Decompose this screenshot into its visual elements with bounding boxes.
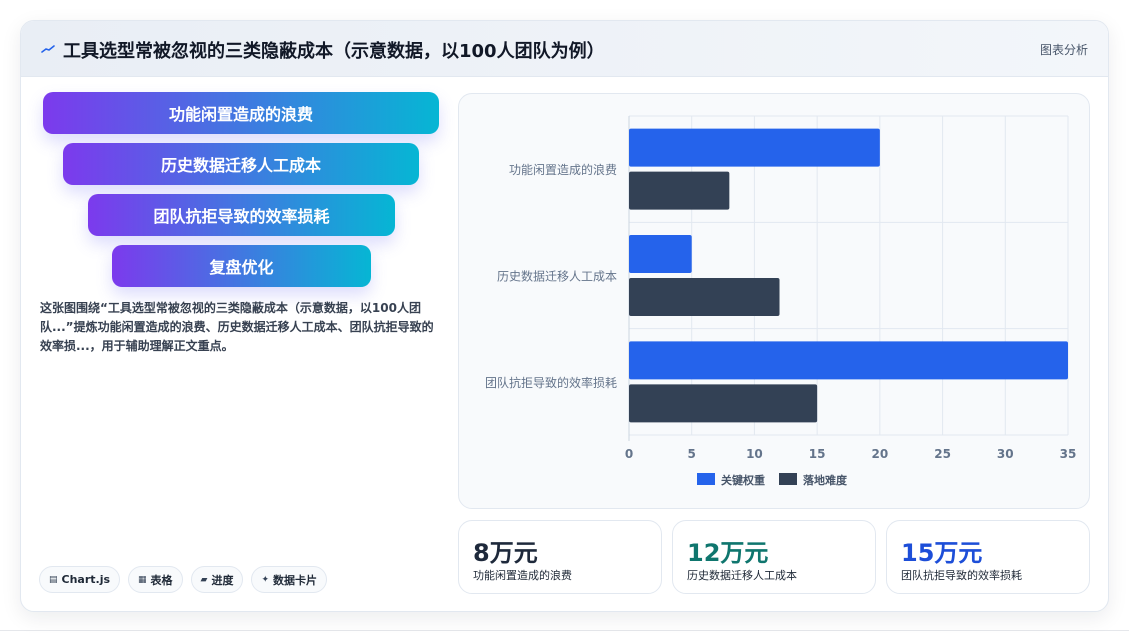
- stat-value: 15万元: [901, 539, 983, 567]
- bar-key-weight: [629, 128, 880, 167]
- chart-line-icon: [41, 45, 55, 53]
- chip-progress[interactable]: ▰ 进度: [190, 566, 244, 593]
- stat-value: 8万元: [473, 539, 538, 567]
- bar-difficulty: [629, 171, 730, 210]
- x-tick-label: 25: [934, 447, 951, 461]
- article-figure-card: 工具选型常被忽视的三类隐蔽成本（示意数据，以100人团队为例） 图表分析 功能闲…: [20, 20, 1109, 612]
- chip-chartjs[interactable]: ▤ Chart.js: [39, 566, 121, 593]
- feature-chips: ▤ Chart.js ▦ 表格 ▰ 进度 ✦ 数据卡片: [39, 566, 328, 593]
- progress-icon: ▰: [200, 574, 208, 585]
- x-tick-label: 30: [997, 447, 1014, 461]
- chart-panel: 0 5 10 15 20 25 30 35 功能闲置造成的浪费历史数据迁移人工成本团队抗拒导致的…: [458, 93, 1090, 509]
- stat-label: 团队抗拒导致的效率损耗: [901, 569, 1022, 582]
- x-tick-label: 10: [746, 447, 763, 461]
- chart-icon: ▤: [49, 574, 58, 585]
- x-tick-label: 35: [1060, 447, 1077, 461]
- chip-label: Chart.js: [61, 573, 111, 586]
- chip-label: 进度: [211, 573, 234, 587]
- x-tick-label: 5: [688, 447, 696, 461]
- chip-table[interactable]: ▦ 表格: [128, 566, 183, 593]
- funnel-step-4: 复盘优化: [112, 245, 371, 287]
- legend-swatch: [697, 473, 715, 485]
- bar-difficulty: [629, 278, 780, 316]
- chip-label: 数据卡片: [273, 573, 318, 587]
- stat-card-3: 15万元 团队抗拒导致的效率损耗: [886, 520, 1090, 594]
- stat-card-1: 8万元 功能闲置造成的浪费: [458, 520, 662, 594]
- table-icon: ▦: [138, 574, 147, 585]
- legend-label: 落地难度: [803, 473, 848, 487]
- legend-swatch: [779, 473, 797, 485]
- x-tick-label: 15: [809, 447, 826, 461]
- bar-key-weight: [629, 341, 1068, 380]
- bar-key-weight: [629, 235, 692, 273]
- x-tick-label: 20: [872, 447, 889, 461]
- funnel-step-2: 历史数据迁移人工成本: [63, 143, 419, 185]
- horizontal-bar-chart: 0 5 10 15 20 25 30 35 功能闲置造成的浪费历史数据迁移人工成本团队抗拒导致的…: [485, 115, 1077, 487]
- page-title: 工具选型常被忽视的三类隐蔽成本（示意数据，以100人团队为例）: [63, 41, 605, 62]
- card-header: 工具选型常被忽视的三类隐蔽成本（示意数据，以100人团队为例） 图表分析: [21, 21, 1108, 77]
- figure-description: 这张图围绕“工具选型常被忽视的三类隐蔽成本（示意数据，以100人团队...”提炼…: [40, 301, 434, 353]
- sparkle-icon: ✦: [261, 574, 270, 585]
- stat-label: 功能闲置造成的浪费: [473, 569, 572, 582]
- legend-label: 关键权重: [721, 473, 765, 487]
- stat-label: 历史数据迁移人工成本: [687, 569, 797, 582]
- chart-analysis-link[interactable]: 图表分析: [1040, 41, 1088, 58]
- funnel-step-3: 团队抗拒导致的效率损耗: [88, 194, 395, 236]
- stat-value: 12万元: [687, 539, 769, 567]
- funnel-step-1: 功能闲置造成的浪费: [43, 92, 439, 134]
- x-tick-label: 0: [625, 447, 633, 461]
- page-bottom-divider: [0, 630, 1129, 631]
- bar-difficulty: [629, 384, 818, 423]
- y-tick-label: 功能闲置造成的浪费: [509, 162, 617, 177]
- y-tick-label: 团队抗拒导致的效率损耗: [485, 375, 617, 390]
- chip-label: 表格: [150, 573, 173, 587]
- y-tick-label: 历史数据迁移人工成本: [497, 269, 617, 284]
- chip-data-card[interactable]: ✦ 数据卡片: [251, 566, 328, 593]
- stat-card-2: 12万元 历史数据迁移人工成本: [672, 520, 876, 594]
